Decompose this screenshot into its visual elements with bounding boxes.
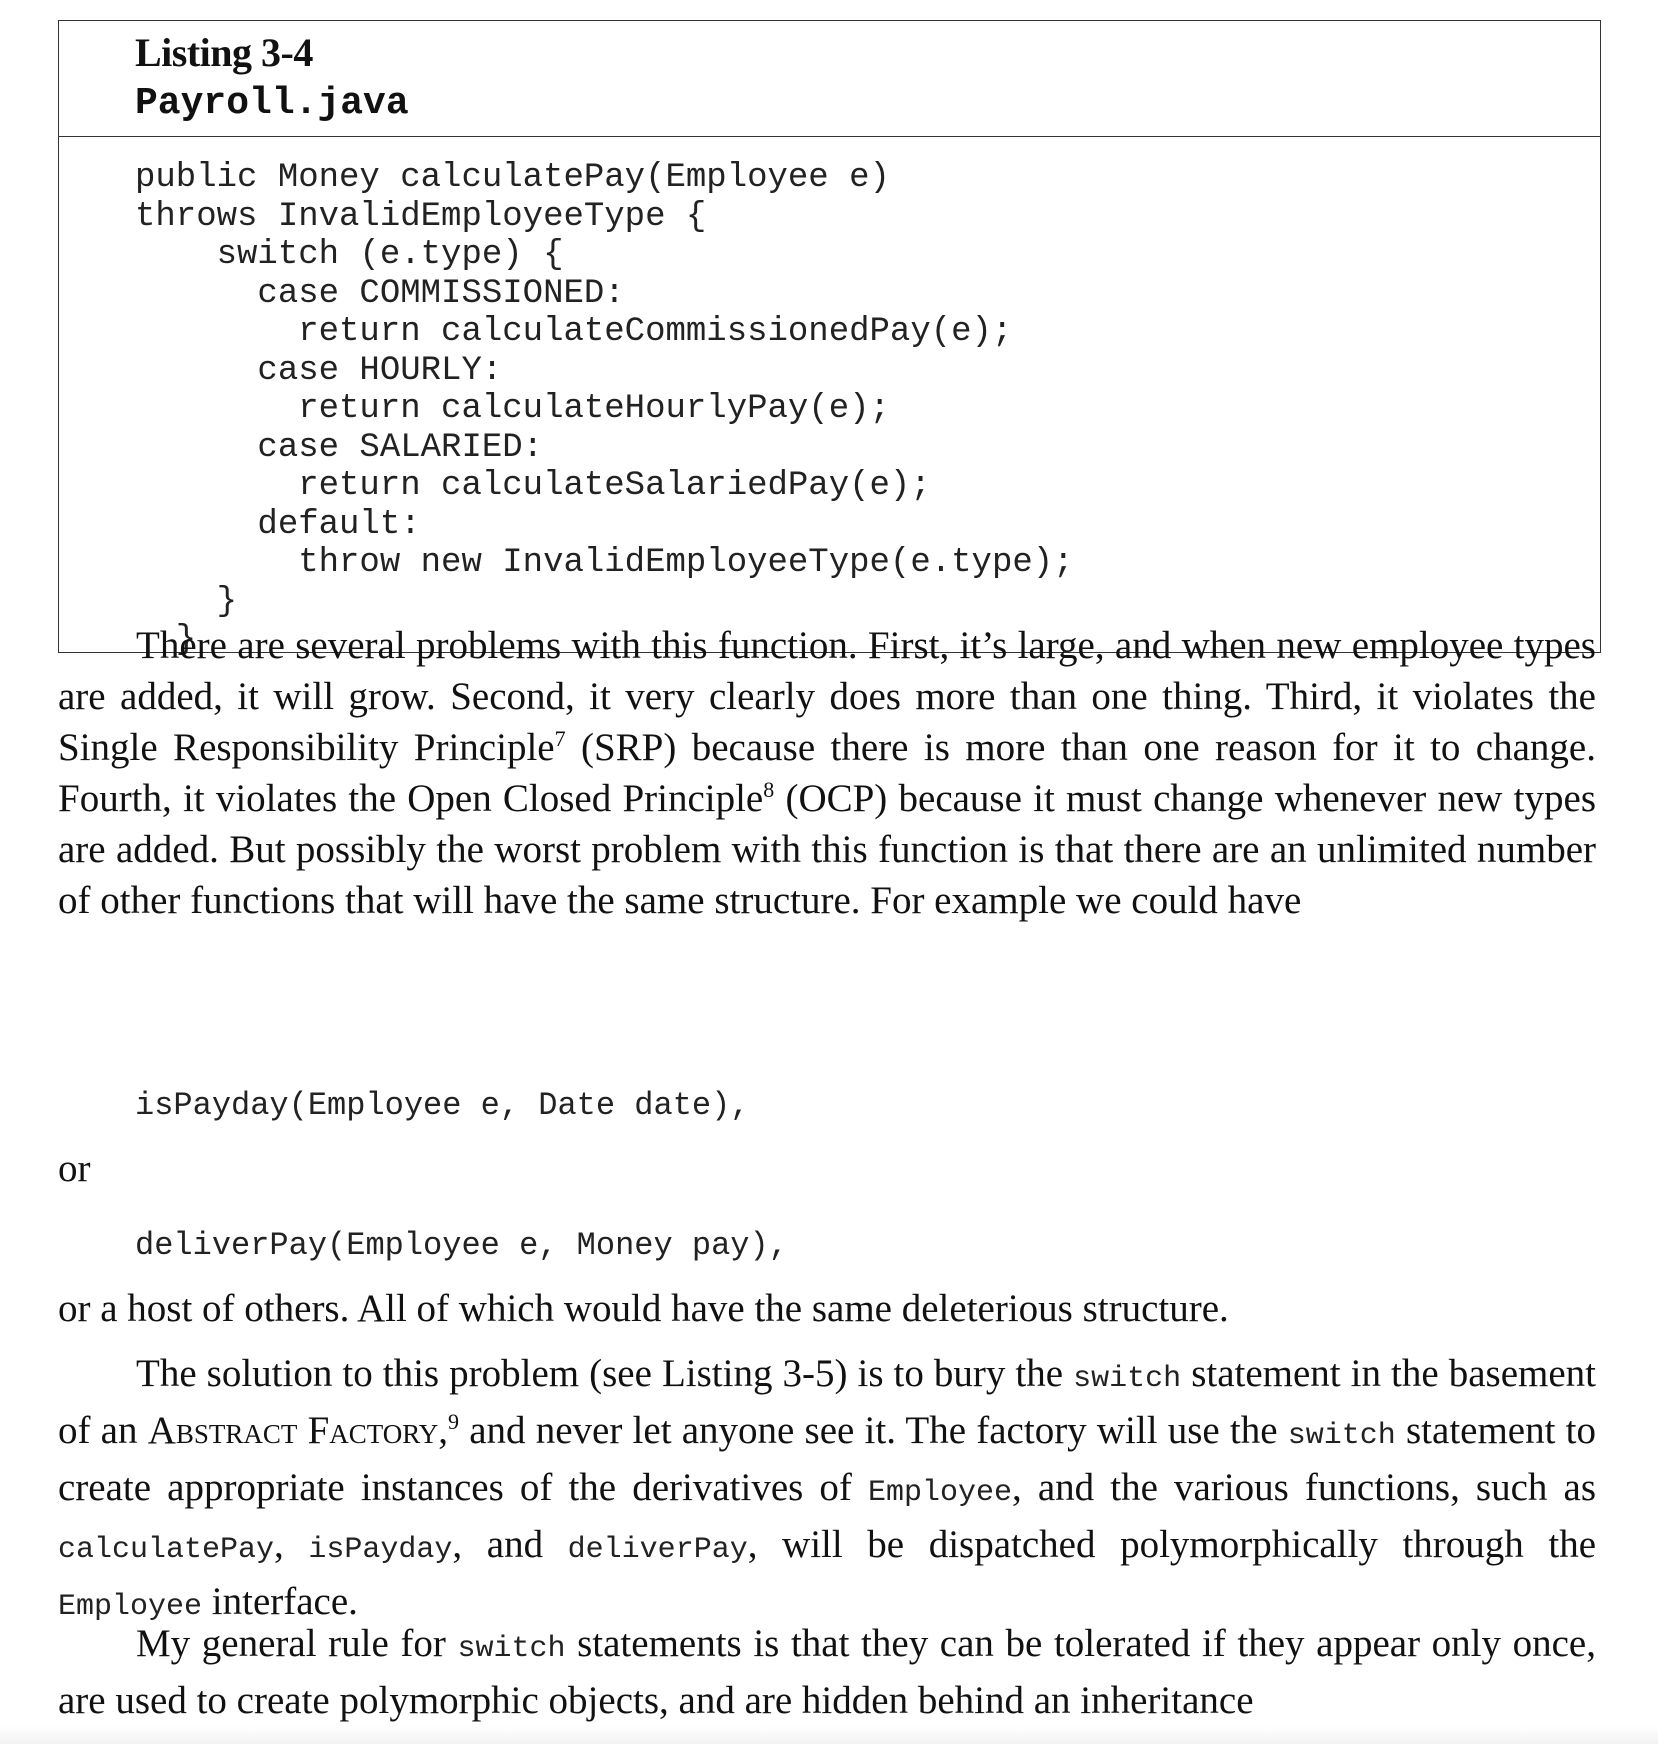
inline-code-ispayday: isPayday: [308, 1533, 453, 1567]
listing-label: Listing 3-4: [135, 30, 313, 75]
paragraph-text: , and the various functions, such as: [1012, 1466, 1596, 1509]
inline-code-deliverpay: deliverPay: [567, 1533, 748, 1567]
or-text: or: [58, 1147, 91, 1190]
inline-code-switch: switch: [457, 1632, 566, 1666]
inline-code-calculatepay: calculatePay: [58, 1533, 275, 1567]
page-bottom-edge: [0, 1726, 1658, 1744]
paragraph-text: , will be dispatched polymorphically thr…: [747, 1523, 1597, 1566]
inline-code-switch: switch: [1287, 1419, 1396, 1453]
paragraph-problems: There are several problems with this fun…: [58, 620, 1596, 926]
paragraph-text: The solution to this problem (see Listin…: [136, 1352, 1074, 1395]
paragraph-text: My general rule for: [136, 1622, 458, 1665]
paragraph-text: , and: [452, 1523, 568, 1566]
paragraph-text: and never let anyone see it. The factory…: [459, 1409, 1288, 1452]
code-example-deliverpay: deliverPay(Employee e, Money pay),: [135, 1227, 788, 1264]
footnote-ref-9[interactable]: 9: [448, 1409, 459, 1434]
pattern-name: Abstract Factory: [147, 1409, 439, 1452]
code-listing: Listing 3-4 Payroll.java public Money ca…: [58, 20, 1601, 659]
listing-header: Listing 3-4 Payroll.java: [59, 21, 1600, 137]
paragraph-solution: The solution to this problem (see Listin…: [58, 1348, 1596, 1633]
paragraph-text: interface.: [202, 1580, 358, 1623]
inline-code-switch: switch: [1073, 1362, 1182, 1396]
code-example-ispayday: isPayday(Employee e, Date date),: [135, 1087, 750, 1124]
paragraph-deleterious: or a host of others. All of which would …: [58, 1287, 1229, 1330]
listing-code: public Money calculatePay(Employee e) th…: [135, 159, 1074, 659]
footnote-ref-7[interactable]: 7: [555, 726, 566, 751]
footnote-ref-8[interactable]: 8: [763, 777, 774, 802]
paragraph-text: ,: [438, 1409, 449, 1452]
paragraph-general-rule: My general rule for switch statements is…: [58, 1618, 1596, 1726]
listing-filename: Payroll.java: [135, 82, 409, 125]
paragraph-text: ,: [274, 1523, 309, 1566]
inline-code-employee: Employee: [868, 1476, 1013, 1510]
